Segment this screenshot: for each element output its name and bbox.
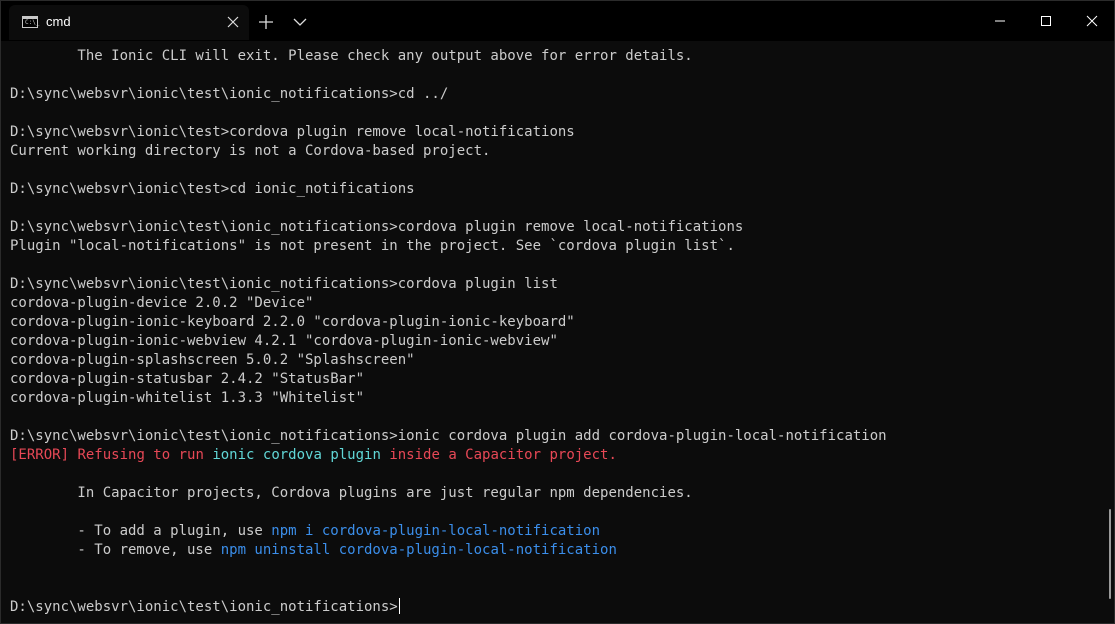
output-line: In Capacitor projects, Cordova plugins a… [10, 485, 693, 501]
terminal-output[interactable]: The Ionic CLI will exit. Please check an… [10, 41, 1100, 623]
plugin-list-item: cordova-plugin-ionic-webview 4.2.1 "cord… [10, 333, 558, 349]
chevron-down-icon [293, 18, 307, 26]
output-line: Plugin "local-notifications" is not pres… [10, 238, 735, 254]
hint-line-remove: - To remove, use npm uninstall cordova-p… [10, 541, 617, 560]
command-line: D:\sync\websvr\ionic\test\ionic_notifica… [10, 86, 449, 102]
hint-line-add: - To add a plugin, use npm i cordova-plu… [10, 522, 600, 541]
command-line: D:\sync\websvr\ionic\test>cordova plugin… [10, 124, 575, 140]
plus-icon [259, 15, 273, 29]
command-line: D:\sync\websvr\ionic\test\ionic_notifica… [10, 276, 558, 292]
minimize-button[interactable] [976, 1, 1022, 41]
close-tab-button[interactable] [223, 12, 243, 32]
plugin-list-item: cordova-plugin-ionic-keyboard 2.2.0 "cor… [10, 314, 575, 330]
command-line: D:\sync\websvr\ionic\test\ionic_notifica… [10, 219, 744, 235]
command-line: D:\sync\websvr\ionic\test>cd ionic_notif… [10, 181, 415, 197]
plugin-list-item: cordova-plugin-device 2.0.2 "Device" [10, 295, 314, 311]
scrollbar-thumb[interactable] [1109, 509, 1111, 599]
hint-command: npm uninstall cordova-plugin-local-notif… [220, 542, 617, 558]
prompt-line[interactable]: D:\sync\websvr\ionic\test\ionic_notifica… [10, 598, 400, 617]
hint-prefix: - To remove, use [10, 542, 221, 558]
terminal-window: C:\_ cmd The Ionic CLI will exit. Please… [0, 0, 1115, 624]
console-icon-glyph: C:\_ [25, 19, 40, 26]
error-text: Refusing to run [69, 447, 213, 463]
minimize-icon [995, 20, 1005, 22]
plugin-list-item: cordova-plugin-whitelist 1.3.3 "Whitelis… [10, 390, 365, 406]
text-cursor [398, 598, 400, 614]
new-tab-button[interactable] [255, 11, 277, 33]
maximize-icon [1041, 16, 1051, 26]
tab-dropdown-button[interactable] [289, 12, 311, 32]
output-line: The Ionic CLI will exit. Please check an… [10, 48, 693, 64]
hint-prefix: - To add a plugin, use [10, 523, 272, 539]
close-icon [227, 16, 239, 28]
plugin-list-item: cordova-plugin-splashscreen 5.0.2 "Splas… [10, 352, 415, 368]
error-command: ionic cordova plugin [212, 447, 381, 463]
error-text: inside a Capacitor project. [380, 447, 617, 463]
tab-title: cmd [46, 14, 71, 29]
error-line: [ERROR] Refusing to run ionic cordova pl… [10, 446, 617, 465]
close-icon [1086, 15, 1098, 27]
close-window-button[interactable] [1068, 1, 1114, 41]
console-icon: C:\_ [22, 16, 40, 28]
hint-command: npm i cordova-plugin-local-notification [271, 523, 601, 539]
tab-cmd[interactable]: C:\_ cmd [9, 5, 249, 40]
title-bar[interactable]: C:\_ cmd [1, 1, 1114, 41]
command-line: D:\sync\websvr\ionic\test\ionic_notifica… [10, 428, 887, 444]
plugin-list-item: cordova-plugin-statusbar 2.4.2 "StatusBa… [10, 371, 365, 387]
error-tag: [ERROR] [10, 447, 70, 463]
maximize-button[interactable] [1022, 1, 1068, 41]
output-line: Current working directory is not a Cordo… [10, 143, 491, 159]
prompt: D:\sync\websvr\ionic\test\ionic_notifica… [10, 599, 398, 615]
